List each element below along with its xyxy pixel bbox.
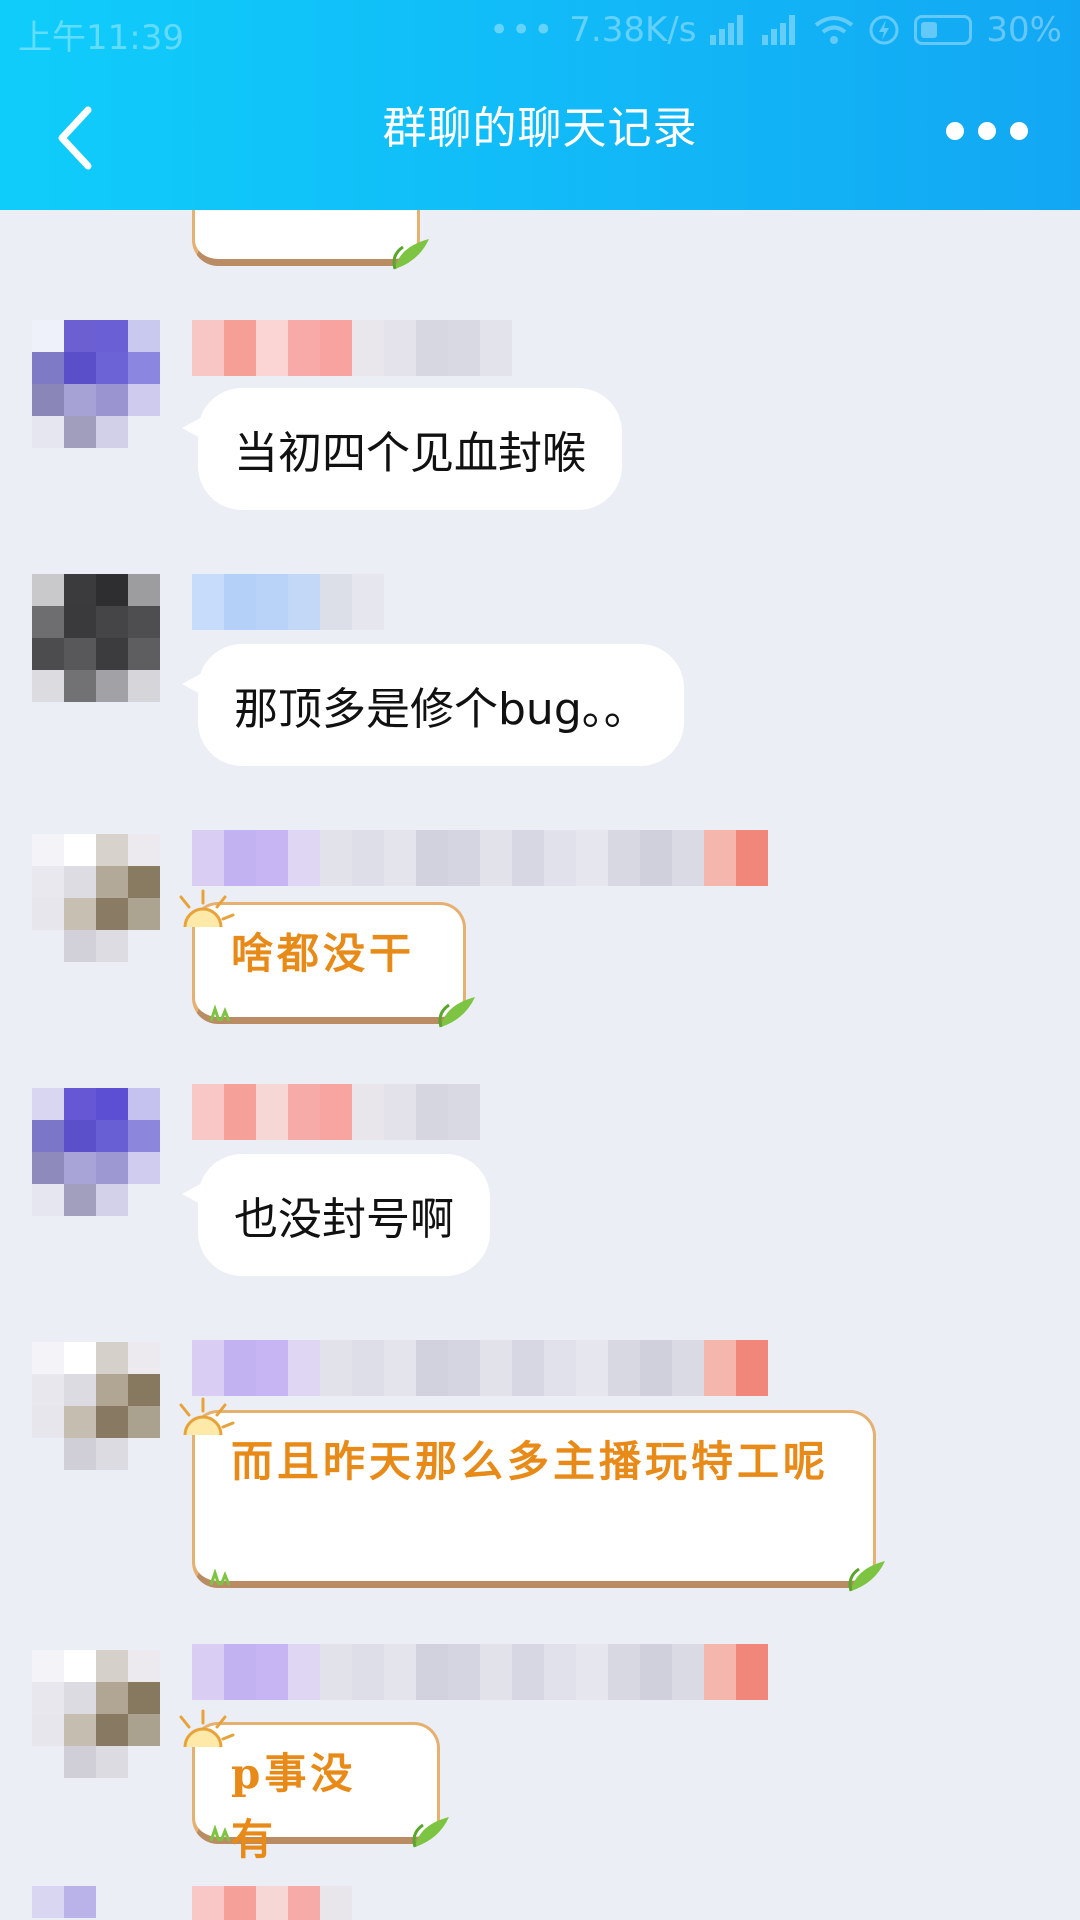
avatar[interactable] (32, 1886, 160, 1920)
status-bar: 上午11:39 ••• 7.38K/s 30% (0, 0, 1080, 62)
network-speed: 7.38K/s (569, 10, 697, 50)
back-icon[interactable] (48, 102, 104, 174)
wifi-icon (815, 16, 854, 44)
leaf-icon (392, 239, 429, 270)
battery-icon (914, 15, 973, 45)
message-bubble[interactable]: 那顶多是修个bug。。 (182, 644, 684, 766)
message-text: 也没封号啊 (234, 1194, 454, 1245)
message-text: 当初四个见血封喉 (234, 428, 586, 479)
sender-name (192, 320, 512, 376)
grass-icon (209, 1569, 231, 1585)
sun-icon (179, 1397, 235, 1436)
page-title: 群聊的聊天记录 (382, 103, 698, 154)
sender-name (192, 1340, 768, 1396)
nav-bar: 群聊的聊天记录 (0, 62, 1080, 210)
avatar[interactable] (32, 320, 160, 448)
charging-icon (869, 15, 899, 45)
message-text: 那顶多是修个bug。。 (234, 684, 648, 735)
leaf-icon (848, 1561, 885, 1592)
status-time: 上午11:39 (18, 18, 184, 58)
message-text: 而且昨天那么多主播玩特工呢 (231, 1437, 830, 1486)
header: 上午11:39 ••• 7.38K/s 30% 群聊的聊天记录 (0, 0, 1080, 210)
partial-bubble (192, 210, 429, 270)
sun-icon (179, 1709, 235, 1748)
leaf-icon (438, 997, 475, 1028)
sender-name (192, 574, 384, 630)
message-bubble[interactable]: 而且昨天那么多主播玩特工呢 (179, 1397, 885, 1592)
avatar[interactable] (32, 574, 160, 702)
sender-name (192, 830, 768, 886)
avatar[interactable] (32, 834, 160, 962)
status-dots: ••• (489, 10, 556, 50)
sender-name (192, 1886, 352, 1920)
message-text: 啥都没干 (231, 929, 416, 978)
avatar[interactable] (32, 1650, 160, 1778)
sun-icon (179, 889, 235, 928)
chat-area[interactable]: 当初四个见血封喉 那顶多是修个bug。。 啥都没干 也没封号啊 而且昨天那么多主… (0, 210, 1080, 1920)
sender-name (192, 1084, 480, 1140)
message-bubble[interactable]: 啥都没干 (179, 889, 475, 1028)
battery-percent: 30% (986, 10, 1062, 50)
status-icons: ••• 7.38K/s 30% (489, 10, 1062, 50)
grass-icon (209, 1825, 231, 1841)
grass-icon (209, 1005, 231, 1021)
signal-icon (710, 15, 748, 45)
avatar[interactable] (32, 1088, 160, 1216)
sender-name (192, 1644, 768, 1700)
message-bubble[interactable]: 也没封号啊 (182, 1154, 490, 1276)
message-text: p事没有 (231, 1749, 357, 1864)
leaf-icon (412, 1817, 449, 1848)
message-bubble[interactable]: 当初四个见血封喉 (182, 388, 622, 510)
message-bubble[interactable]: p事没有 (179, 1709, 449, 1864)
signal-icon (762, 15, 800, 45)
more-icon[interactable] (946, 122, 1028, 140)
avatar[interactable] (32, 1342, 160, 1470)
